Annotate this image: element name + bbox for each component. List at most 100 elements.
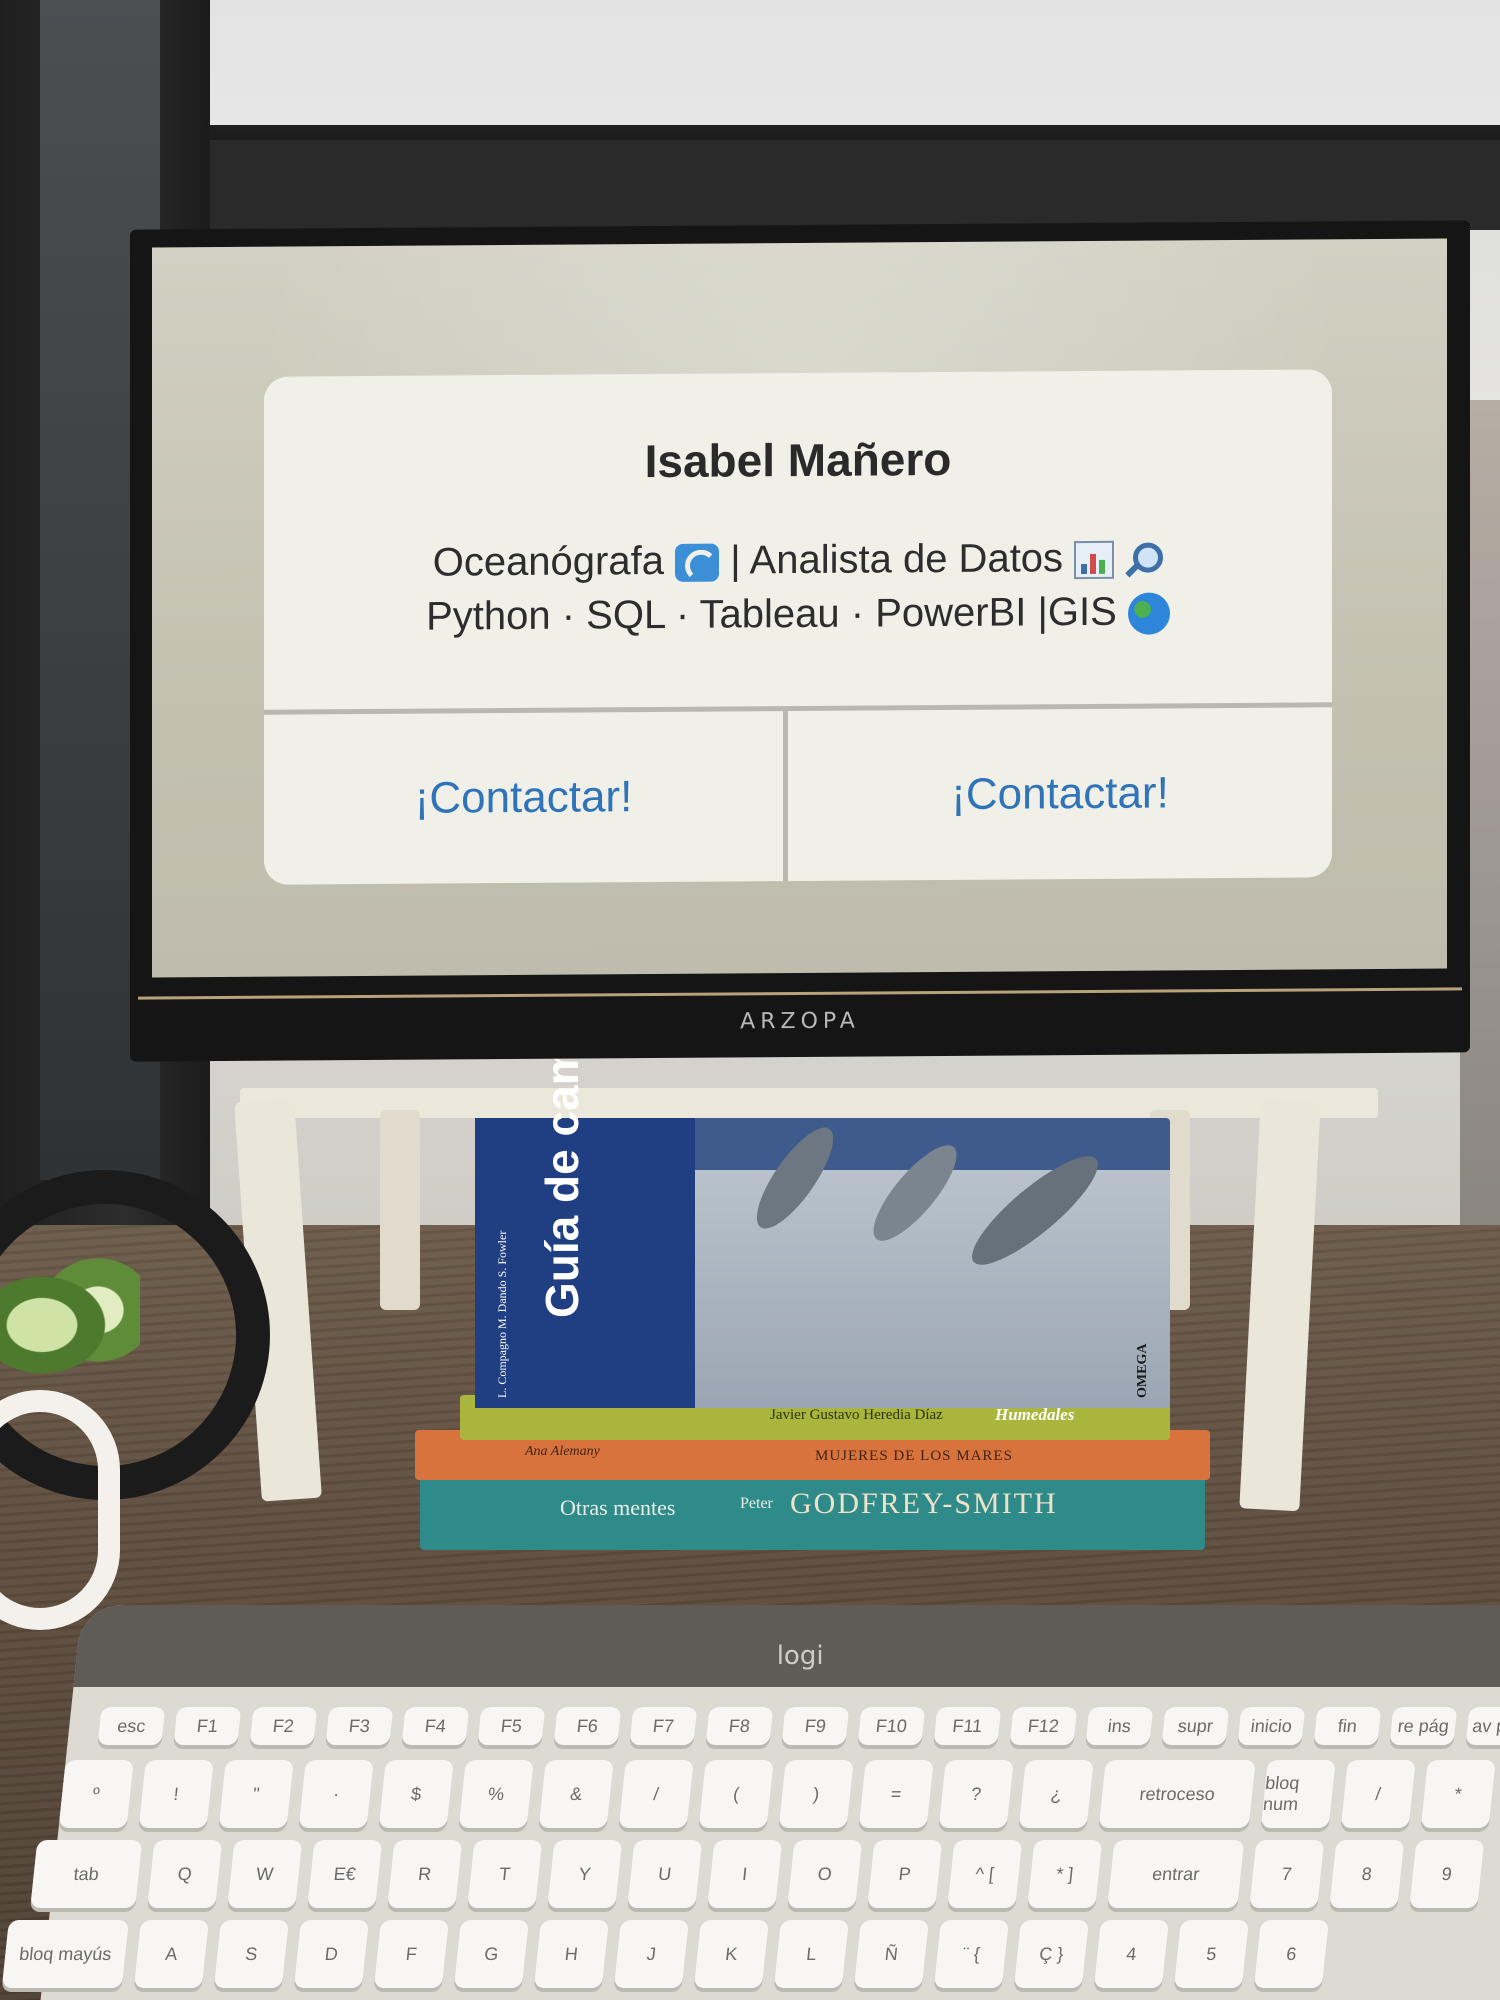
key-top_row-11[interactable]: ^ [ — [947, 1840, 1023, 1908]
book-author-last: GODFREY-SMITH — [790, 1487, 1058, 1520]
key-fn_row-6[interactable]: F6 — [553, 1707, 622, 1745]
key-fn_row-9[interactable]: F9 — [781, 1707, 850, 1745]
key-top_row-5[interactable]: T — [467, 1840, 543, 1908]
bar-chart-icon — [1074, 541, 1115, 580]
key-num_row-4[interactable]: $ — [378, 1760, 454, 1828]
wave-icon — [675, 544, 720, 583]
key-top_row-9[interactable]: O — [787, 1840, 863, 1908]
key-home_row-15[interactable]: 6 — [1253, 1920, 1329, 1988]
key-top_row-10[interactable]: P — [867, 1840, 943, 1908]
mug-handle — [0, 1390, 120, 1630]
key-top_row-6[interactable]: Y — [547, 1840, 623, 1908]
book-author: Javier Gustavo Heredia Díaz — [770, 1407, 943, 1423]
key-top_row-14[interactable]: 7 — [1249, 1840, 1325, 1908]
book-title: Otras mentes — [560, 1495, 676, 1520]
key-top_row-15[interactable]: 8 — [1329, 1840, 1405, 1908]
profile-headline: Oceanógrafa | Analista de Datos Python ·… — [264, 529, 1332, 644]
key-num_row-11[interactable]: ? — [938, 1760, 1014, 1828]
key-num_row-7[interactable]: / — [618, 1760, 694, 1828]
key-num_row-16[interactable]: * — [1420, 1760, 1496, 1828]
key-num_row-1[interactable]: ! — [138, 1760, 214, 1828]
key-home_row-5[interactable]: G — [453, 1920, 529, 1988]
key-fn_row-4[interactable]: F4 — [401, 1707, 470, 1745]
key-num_row-5[interactable]: % — [458, 1760, 534, 1828]
key-fn_row-3[interactable]: F3 — [325, 1707, 394, 1745]
book-title: MUJERES DE LOS MARES — [815, 1448, 1013, 1464]
key-top_row-0[interactable]: tab — [30, 1840, 143, 1908]
key-top_row-7[interactable]: U — [627, 1840, 703, 1908]
key-top_row-8[interactable]: I — [707, 1840, 783, 1908]
key-top_row-3[interactable]: E€ — [307, 1840, 383, 1908]
key-fn_row-0[interactable]: esc — [97, 1707, 166, 1745]
key-home_row-3[interactable]: D — [293, 1920, 369, 1988]
headline-role-analyst: | Analista de Datos — [730, 536, 1064, 583]
key-fn_row-17[interactable]: re pág — [1389, 1707, 1458, 1745]
key-home_row-2[interactable]: S — [213, 1920, 289, 1988]
book-author: Ana Alemany — [525, 1444, 600, 1459]
window-frame — [130, 0, 1500, 140]
key-fn_row-8[interactable]: F8 — [705, 1707, 774, 1745]
key-num_row-3[interactable]: · — [298, 1760, 374, 1828]
key-home_row-8[interactable]: K — [693, 1920, 769, 1988]
key-fn_row-10[interactable]: F10 — [857, 1707, 926, 1745]
key-fn_row-12[interactable]: F12 — [1009, 1707, 1078, 1745]
key-home_row-7[interactable]: J — [613, 1920, 689, 1988]
key-num_row-13[interactable]: retroceso — [1098, 1760, 1256, 1828]
key-fn_row-14[interactable]: supr — [1161, 1707, 1230, 1745]
key-top_row-13[interactable]: entrar — [1107, 1840, 1245, 1908]
key-home_row-12[interactable]: Ç } — [1013, 1920, 1089, 1988]
key-fn_row-1[interactable]: F1 — [173, 1707, 242, 1745]
key-home_row-14[interactable]: 5 — [1173, 1920, 1249, 1988]
headline-role-oceanographer: Oceanógrafa — [432, 538, 664, 585]
key-fn_row-7[interactable]: F7 — [629, 1707, 698, 1745]
key-home_row-6[interactable]: H — [533, 1920, 609, 1988]
key-fn_row-16[interactable]: fin — [1313, 1707, 1382, 1745]
key-fn_row-15[interactable]: inicio — [1237, 1707, 1306, 1745]
window-mullion — [0, 140, 1500, 230]
key-fn_row-18[interactable]: av pág — [1465, 1707, 1500, 1745]
contact-button-left[interactable]: ¡Contactar! — [264, 711, 783, 885]
key-top_row-4[interactable]: R — [387, 1840, 463, 1908]
key-fn_row-2[interactable]: F2 — [249, 1707, 318, 1745]
monitor-brand-logo: ARZOPA — [740, 1008, 860, 1035]
key-home_row-13[interactable]: 4 — [1093, 1920, 1169, 1988]
key-num_row-12[interactable]: ¿ — [1018, 1760, 1094, 1828]
key-top_row-12[interactable]: * ] — [1027, 1840, 1103, 1908]
key-fn_row-13[interactable]: ins — [1085, 1707, 1154, 1745]
plant — [0, 1250, 140, 1400]
key-num_row-14[interactable]: bloq num — [1260, 1760, 1336, 1828]
headline-line-2: Python · SQL · Tableau · PowerBI |GIS — [264, 583, 1332, 644]
portable-monitor: Isabel Mañero Oceanógrafa | Analista de … — [130, 220, 1470, 1062]
contact-button-right[interactable]: ¡Contactar! — [788, 707, 1332, 881]
book-author-first: Peter — [740, 1495, 773, 1512]
key-home_row-11[interactable]: ¨ { — [933, 1920, 1009, 1988]
magnifier-icon — [1125, 541, 1163, 579]
globe-icon — [1127, 592, 1170, 636]
key-home_row-4[interactable]: F — [373, 1920, 449, 1988]
headline-skills: Python · SQL · Tableau · PowerBI |GIS — [426, 589, 1117, 639]
key-num_row-2[interactable]: " — [218, 1760, 294, 1828]
shark-illustration — [861, 1134, 969, 1252]
key-top_row-16[interactable]: 9 — [1409, 1840, 1485, 1908]
key-num_row-15[interactable]: / — [1340, 1760, 1416, 1828]
key-home_row-10[interactable]: Ñ — [853, 1920, 929, 1988]
key-num_row-6[interactable]: & — [538, 1760, 614, 1828]
monitor-accent-line — [138, 987, 1462, 1000]
key-num_row-8[interactable]: ( — [698, 1760, 774, 1828]
key-num_row-9[interactable]: ) — [778, 1760, 854, 1828]
monitor-stand-brace-left — [380, 1110, 420, 1310]
key-num_row-10[interactable]: = — [858, 1760, 934, 1828]
keyboard-top-bar: logi — [73, 1605, 1500, 1687]
photo-scene: Otras mentes Peter GODFREY-SMITH Ana Ale… — [0, 0, 1500, 2000]
book-otras-mentes: Otras mentes Peter GODFREY-SMITH — [420, 1475, 1205, 1550]
key-top_row-2[interactable]: W — [227, 1840, 303, 1908]
shark-illustration — [959, 1141, 1111, 1280]
key-fn_row-11[interactable]: F11 — [933, 1707, 1002, 1745]
key-fn_row-5[interactable]: F5 — [477, 1707, 546, 1745]
key-home_row-0[interactable]: bloq mayús — [1, 1920, 129, 1988]
key-top_row-1[interactable]: Q — [147, 1840, 223, 1908]
book-authors: L. Compagno M. Dando S. Fowler — [495, 1230, 509, 1398]
key-num_row-0[interactable]: º — [58, 1760, 134, 1828]
key-home_row-9[interactable]: L — [773, 1920, 849, 1988]
key-home_row-1[interactable]: A — [133, 1920, 209, 1988]
